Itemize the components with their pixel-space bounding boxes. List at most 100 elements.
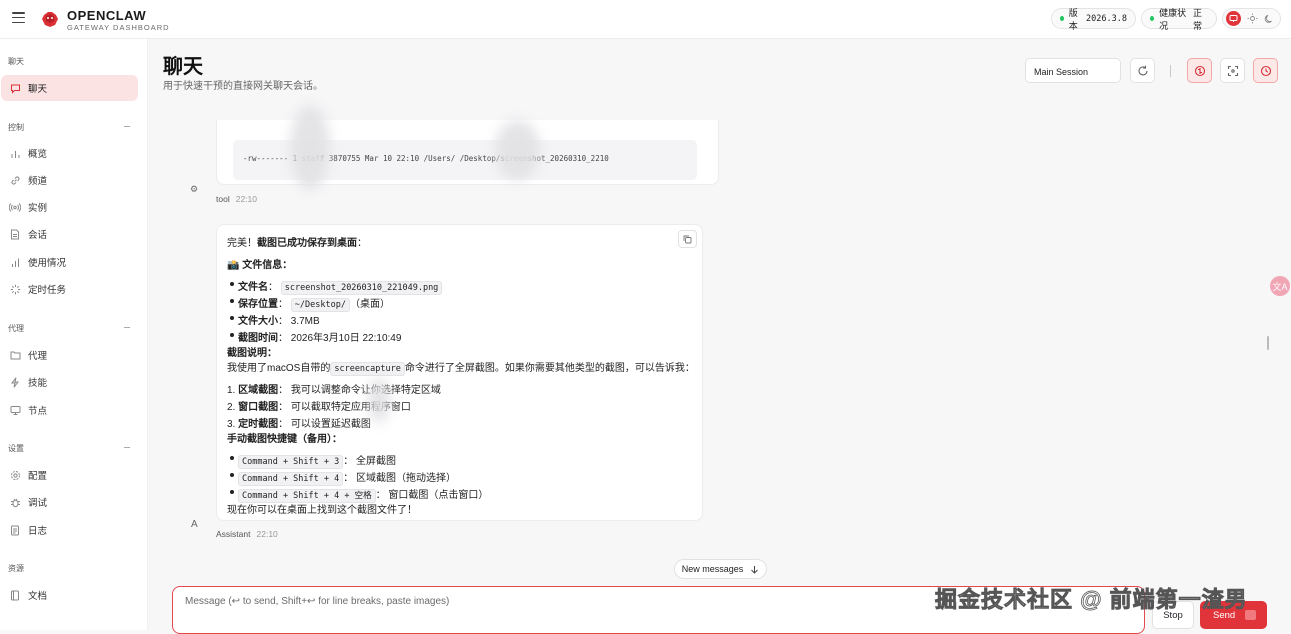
sidebar-item-label: 使用情况: [28, 258, 67, 269]
sidebar-item-agents[interactable]: 代理: [1, 342, 138, 368]
document-icon: [9, 228, 21, 240]
bullet-icon: [230, 282, 234, 286]
bullet-icon: [230, 473, 234, 477]
sun-icon[interactable]: [1247, 13, 1258, 24]
chat-icon: [9, 82, 21, 94]
health-pill: 健康状况 正常: [1141, 7, 1217, 31]
sidebar-item-cron[interactable]: 定时任务: [1, 276, 138, 302]
sidebar-item-chat[interactable]: 聊天: [1, 75, 138, 101]
sidebar-item-debug[interactable]: 调试: [1, 489, 138, 515]
folder-icon: [9, 349, 21, 361]
sidebar-item-label: 技能: [28, 378, 48, 389]
collapse-agents-icon[interactable]: [124, 327, 130, 328]
explain-heading: 截图说明：: [227, 348, 277, 359]
sidebar-item-config[interactable]: 配置: [1, 462, 138, 488]
bullet-icon: [230, 490, 234, 494]
clock-icon: [1260, 65, 1271, 76]
brand-subtitle: GATEWAY DASHBOARD: [67, 23, 170, 32]
redaction-blur: [368, 378, 390, 423]
moon-icon[interactable]: [1264, 13, 1275, 24]
assistant-avatar: A: [191, 519, 198, 530]
sidebar-item-logs[interactable]: 日志: [1, 517, 138, 543]
section-chat: 聊天: [8, 57, 24, 66]
shortcut-item: Command + Shift + 3： 全屏截图: [238, 452, 396, 469]
health-value: 正常: [1193, 7, 1203, 31]
copy-button[interactable]: [678, 230, 697, 248]
tool-sender: tool: [216, 194, 230, 204]
watermark: 掘金技术社区 @ 前端第一渣男: [935, 587, 1248, 613]
bar-chart-icon: [9, 147, 21, 159]
sidebar-item-label: 实例: [28, 203, 48, 214]
sidebar-item-sessions[interactable]: 会话: [1, 221, 138, 247]
sidebar-item-label: 文档: [28, 591, 48, 602]
numbered-item: 1. 区域截图： 我可以调整命令让你选择特定区域: [227, 385, 441, 396]
focus-mode-button[interactable]: [1220, 58, 1245, 83]
sidebar-item-channels[interactable]: 频道: [1, 167, 138, 193]
translate-button[interactable]: 文A: [1270, 276, 1290, 296]
bug-icon: [9, 496, 21, 508]
new-messages-label: New messages: [681, 564, 744, 574]
theme-system-button[interactable]: [1226, 11, 1241, 26]
top-bar: OPENCLAW GATEWAY DASHBOARD 版本 2026.3.8 健…: [0, 0, 1291, 39]
sidebar-item-label: 会话: [28, 230, 48, 241]
sidebar-item-nodes[interactable]: 节点: [1, 397, 138, 423]
file-item-name: 文件名： screenshot_20260310_221049.png: [238, 278, 443, 295]
file-info-heading: 📸 文件信息：: [227, 260, 293, 271]
sidebar: 聊天 聊天 控制 概览 频道 实例 会话 使用情况 定时任务 代理 代理 技能 …: [0, 39, 148, 630]
page-subtitle: 用于快速干预的直接网关聊天会话。: [163, 81, 323, 92]
focus-icon: [1227, 65, 1238, 76]
sidebar-item-label: 定时任务: [28, 285, 67, 296]
collapse-control-icon[interactable]: [124, 126, 130, 127]
sidebar-item-label: 日志: [28, 526, 48, 537]
new-messages-button[interactable]: New messages: [674, 559, 767, 579]
sidebar-item-instances[interactable]: 实例: [1, 194, 138, 220]
arrow-down-icon: [751, 565, 759, 574]
tool-avatar: ⚙: [190, 184, 199, 194]
history-button[interactable]: [1253, 58, 1278, 83]
collapse-settings-icon[interactable]: [124, 447, 130, 448]
radio-icon: [9, 201, 21, 213]
sidebar-item-docs[interactable]: 文档: [1, 582, 138, 608]
assistant-time: 22:10: [256, 529, 278, 539]
message-intro: 完美！截图已成功保存到桌面：: [227, 238, 367, 249]
explain-text: 我使用了macOS自带的 screencapture 命令进行了全屏截图。如果你需要…: [227, 362, 695, 376]
chart-icon: [9, 256, 21, 268]
brand-title: OPENCLAW: [67, 8, 147, 23]
sidebar-item-label: 概览: [28, 149, 48, 160]
version-pill: 版本 2026.3.8: [1051, 8, 1136, 31]
assistant-message-meta: Assistant 22:10: [216, 529, 278, 539]
monitor-icon: [1229, 15, 1238, 22]
shortcut-item: Command + Shift + 4 + 空格： 窗口截图（点击窗口）: [238, 486, 488, 503]
book-icon: [9, 589, 21, 601]
link-icon: [9, 174, 21, 186]
closing-text: 现在你可以在桌面上找到这个截图文件了！: [227, 505, 417, 516]
sidebar-item-usage[interactable]: 使用情况: [1, 249, 138, 275]
menu-icon[interactable]: [12, 12, 25, 24]
sidebar-item-overview[interactable]: 概览: [1, 140, 138, 166]
status-dot-icon: [1060, 16, 1064, 21]
monitor-icon: [9, 404, 21, 416]
brand: OPENCLAW GATEWAY DASHBOARD: [67, 9, 170, 33]
assistant-sender: Assistant: [216, 529, 251, 539]
refresh-icon: [1138, 65, 1148, 75]
refresh-button[interactable]: [1130, 58, 1155, 83]
section-resources: 资源: [8, 564, 24, 573]
shortcut-heading: 手动截图快捷键（备用）：: [227, 434, 342, 445]
tool-time: 22:10: [235, 194, 257, 204]
section-agents: 代理: [8, 324, 24, 333]
health-dot-icon: [1150, 16, 1155, 21]
bullet-icon: [230, 456, 234, 460]
sidebar-item-skills[interactable]: 技能: [1, 369, 138, 395]
theme-switcher: [1222, 8, 1281, 29]
sidebar-item-label: 配置: [28, 471, 48, 482]
version-value: 2026.3.8: [1086, 13, 1127, 24]
thinking-toggle-button[interactable]: [1187, 58, 1212, 83]
bullet-icon: [230, 316, 234, 320]
file-item-time: 截图时间： 2026年3月10日 22:10:49: [238, 333, 402, 344]
section-settings: 设置: [8, 444, 24, 453]
sidebar-item-label: 节点: [28, 406, 48, 417]
scrollbar-thumb[interactable]: [1267, 336, 1269, 350]
tool-message-meta: tool 22:10: [216, 194, 257, 204]
session-select[interactable]: Main Session: [1025, 58, 1121, 83]
brain-icon: [1194, 65, 1205, 76]
